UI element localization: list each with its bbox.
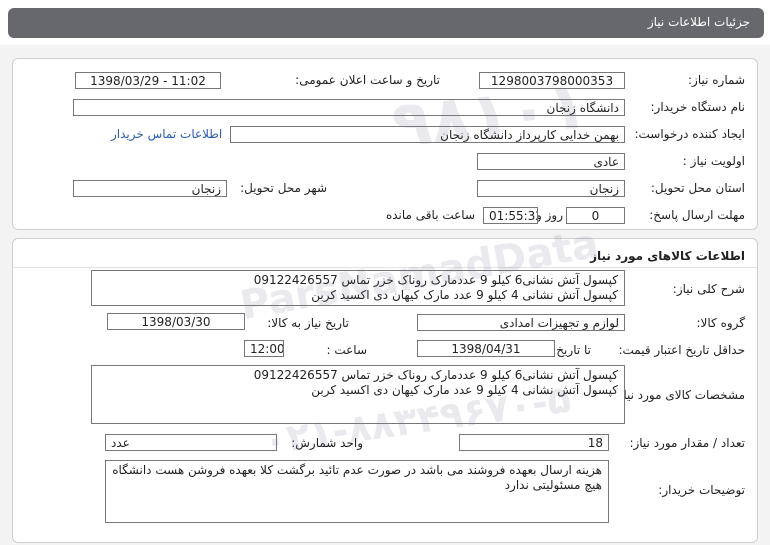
announce-label: تاریخ و ساعت اعلان عمومی: bbox=[295, 73, 440, 87]
need-date-field[interactable]: 1398/03/30 bbox=[107, 313, 245, 330]
need-number-label: شماره نیاز: bbox=[688, 73, 745, 87]
summary-line: کپسول آتش نشانی 4 کیلو 9 عدد مارک کیهان … bbox=[311, 288, 618, 302]
buyer-notes-label: توضیحات خریدار: bbox=[658, 483, 745, 497]
buyer-notes-line: هیچ مسئولیتی ندارد bbox=[504, 478, 602, 492]
city-field[interactable]: زنجان bbox=[73, 180, 227, 197]
spec-line: کپسول آتش نشانی6 کیلو 9 عددمارک روناک خز… bbox=[253, 368, 618, 382]
unit-label: واحد شمارش: bbox=[291, 436, 363, 450]
buyer-org-field[interactable]: دانشگاه زنجان bbox=[73, 99, 625, 116]
quantity-field[interactable]: 18 bbox=[459, 434, 609, 451]
announce-datetime-field[interactable]: 1398/03/29 - 11:02 bbox=[75, 72, 221, 89]
unit-field[interactable]: عدد bbox=[105, 434, 277, 451]
spec-line: کپسول آتش نشانی 4 کیلو 9 عدد مارک کیهان … bbox=[311, 383, 618, 397]
city-label: شهر محل تحویل: bbox=[240, 181, 327, 195]
summary-line: کپسول آتش نشانی6 کیلو 9 عددمارک روناک خز… bbox=[253, 273, 618, 287]
goods-panel: اطلاعات کالاهای مورد نیاز شرح کلی نیاز: … bbox=[12, 238, 758, 543]
priority-field[interactable]: عادی bbox=[477, 153, 625, 170]
contact-info-link[interactable]: اطلاعات تماس خریدار bbox=[111, 127, 222, 141]
summary-label: شرح کلی نیاز: bbox=[672, 282, 745, 296]
goods-section-title: اطلاعات کالاهای مورد نیاز bbox=[590, 249, 745, 263]
time-label: ساعت : bbox=[326, 343, 367, 357]
time-remaining-field[interactable]: 01:55:32 bbox=[483, 207, 538, 224]
deadline-label: مهلت ارسال پاسخ: bbox=[649, 208, 745, 222]
section-divider bbox=[13, 267, 757, 268]
summary-field[interactable]: کپسول آتش نشانی6 کیلو 9 عددمارک روناک خز… bbox=[91, 270, 625, 306]
buyer-notes-line: هزینه ارسال بعهده فروشند می باشد در صورت… bbox=[112, 463, 602, 477]
requester-label: ایجاد کننده درخواست: bbox=[634, 127, 745, 141]
need-number-field[interactable]: 1298003798000353 bbox=[479, 72, 625, 89]
spec-field[interactable]: کپسول آتش نشانی6 کیلو 9 عددمارک روناک خز… bbox=[91, 365, 625, 424]
need-date-label: تاریخ نیاز به کالا: bbox=[267, 316, 349, 330]
min-price-validity-label: حداقل تاریخ اعتبار قیمت: bbox=[618, 343, 745, 357]
until-date-field[interactable]: 1398/04/31 bbox=[417, 340, 555, 357]
buyer-notes-field[interactable]: هزینه ارسال بعهده فروشند می باشد در صورت… bbox=[105, 460, 609, 523]
remaining-label: ساعت باقی مانده bbox=[385, 208, 475, 222]
province-field[interactable]: زنجان bbox=[477, 180, 625, 197]
group-label: گروه کالا: bbox=[696, 316, 746, 330]
group-field[interactable]: لوازم و تجهیزات امدادی bbox=[417, 314, 625, 331]
header-bar: جزئیات اطلاعات نیاز bbox=[8, 8, 764, 38]
province-label: استان محل تحویل: bbox=[650, 181, 745, 195]
time-field[interactable]: 12:00 bbox=[244, 340, 284, 357]
need-info-panel: شماره نیاز: 1298003798000353 تاریخ و ساع… bbox=[12, 58, 758, 230]
page-title: جزئیات اطلاعات نیاز bbox=[647, 15, 750, 29]
page-header: جزئیات اطلاعات نیاز bbox=[0, 0, 770, 45]
buyer-org-label: نام دستگاه خریدار: bbox=[650, 100, 746, 114]
requester-field[interactable]: بهمن خدایی کارپرداز دانشگاه زنجان bbox=[230, 126, 625, 143]
spec-label: مشخصات کالای مورد نیاز: bbox=[613, 388, 745, 402]
quantity-label: تعداد / مقدار مورد نیاز: bbox=[629, 436, 745, 450]
days-label: روز و bbox=[536, 208, 563, 222]
days-field[interactable]: 0 bbox=[566, 207, 625, 224]
priority-label: اولویت نیاز : bbox=[682, 154, 745, 168]
